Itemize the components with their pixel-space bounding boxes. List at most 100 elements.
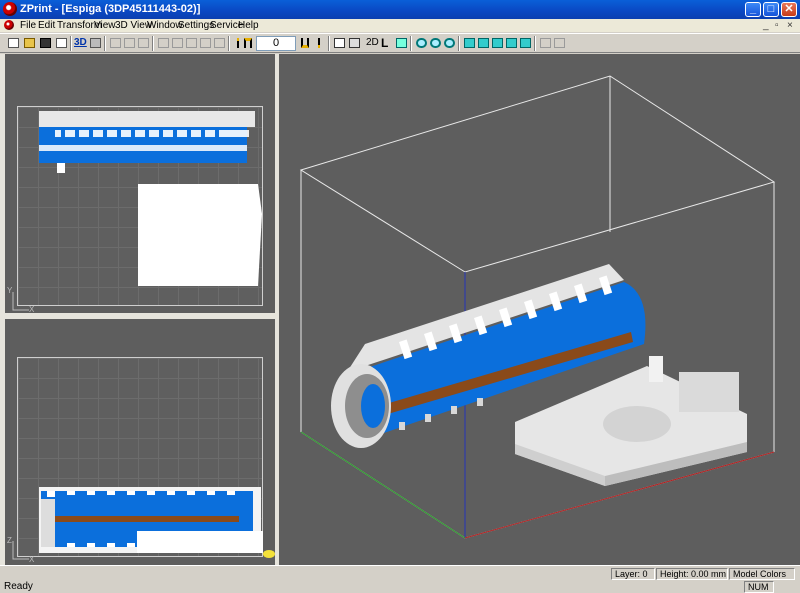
copy-button[interactable] bbox=[122, 36, 137, 50]
mdi-close-button[interactable]: × bbox=[787, 20, 793, 31]
double-arrow-up-icon bbox=[244, 38, 252, 48]
front-axis-triad-icon bbox=[12, 541, 29, 560]
cube-back-icon bbox=[478, 38, 489, 48]
scale-icon bbox=[186, 38, 197, 48]
measure-icon bbox=[540, 38, 551, 48]
zoom-out-button[interactable] bbox=[428, 36, 443, 50]
arrow-up-icon bbox=[237, 38, 239, 48]
menu-view[interactable]: View bbox=[94, 20, 116, 31]
scale-button[interactable] bbox=[184, 36, 199, 50]
paste-button[interactable] bbox=[136, 36, 151, 50]
maximize-button[interactable]: □ bbox=[763, 2, 779, 17]
new-file-button[interactable] bbox=[6, 36, 21, 50]
part-base-front bbox=[137, 531, 263, 553]
view-2d-toggle[interactable]: 2D bbox=[366, 37, 379, 48]
menu-file[interactable]: File bbox=[20, 20, 36, 31]
top-view-pane[interactable]: Y X bbox=[5, 54, 275, 316]
status-num-lock: NUM bbox=[744, 581, 774, 593]
mirror-icon bbox=[200, 38, 211, 48]
layer-down-button[interactable] bbox=[312, 36, 327, 50]
status-height: Height: 0.00 mm bbox=[656, 568, 728, 580]
rotate-icon bbox=[172, 38, 183, 48]
part-brown-stripe bbox=[55, 516, 239, 522]
toolbar-separator bbox=[228, 36, 230, 51]
zoom-in-icon bbox=[416, 38, 427, 48]
part-tab bbox=[57, 163, 65, 173]
mdi-minimize-button[interactable]: _ bbox=[763, 20, 769, 31]
floppy-disk-icon bbox=[40, 38, 51, 48]
layout-view-button[interactable] bbox=[347, 36, 362, 50]
zoom-fit-icon bbox=[444, 38, 455, 48]
double-arrow-down-icon bbox=[301, 38, 309, 48]
toolbar-separator bbox=[104, 36, 106, 51]
cube-right-icon bbox=[506, 38, 517, 48]
properties-button[interactable] bbox=[54, 36, 69, 50]
zprint-app-icon[interactable] bbox=[3, 2, 17, 16]
y-axis-line bbox=[300, 431, 466, 539]
menu-settings[interactable]: Settings bbox=[178, 20, 214, 31]
open-folder-icon bbox=[24, 38, 35, 48]
part-base-top bbox=[138, 184, 262, 286]
toolbar-separator bbox=[458, 36, 460, 51]
rotate-button[interactable] bbox=[170, 36, 185, 50]
toolbar-separator bbox=[534, 36, 536, 51]
view-left-button[interactable] bbox=[490, 36, 505, 50]
3d-view-drawing bbox=[299, 75, 776, 539]
align-button[interactable] bbox=[212, 36, 227, 50]
slice-view-button[interactable] bbox=[332, 36, 347, 50]
view-back-button[interactable] bbox=[476, 36, 491, 50]
layer-marker bbox=[263, 550, 275, 558]
part-rim-top bbox=[39, 111, 255, 127]
zoom-fit-button[interactable] bbox=[442, 36, 457, 50]
document-icon[interactable] bbox=[4, 20, 14, 30]
compass-icon bbox=[554, 38, 565, 48]
toolbar-separator bbox=[70, 36, 72, 51]
status-ready-text: Ready bbox=[4, 581, 33, 592]
compass-button[interactable] bbox=[552, 36, 567, 50]
move-button[interactable] bbox=[156, 36, 171, 50]
status-color-mode: Model Colors bbox=[729, 568, 795, 580]
move-arrows-icon bbox=[158, 38, 169, 48]
layer-number-input[interactable]: 0 bbox=[256, 36, 296, 51]
layout-grid-icon bbox=[349, 38, 360, 48]
view-iso-button[interactable] bbox=[518, 36, 533, 50]
minimize-button[interactable]: _ bbox=[745, 2, 761, 17]
new-file-icon bbox=[8, 38, 19, 48]
zoom-in-button[interactable] bbox=[414, 36, 429, 50]
part-lower-strip bbox=[39, 145, 247, 151]
menu-edit[interactable]: Edit bbox=[38, 20, 55, 31]
cut-button[interactable] bbox=[108, 36, 123, 50]
top-view-drawing bbox=[39, 111, 262, 286]
front-view-drawing bbox=[39, 487, 275, 558]
box-icon bbox=[396, 38, 407, 48]
document-properties-icon bbox=[56, 38, 67, 48]
view-l-toggle[interactable]: L bbox=[381, 36, 388, 50]
view-right-button[interactable] bbox=[504, 36, 519, 50]
status-layer: Layer: 0 bbox=[611, 568, 655, 580]
title-bar: ZPrint - [Espiga (3DP45111443-02)] _ □ ✕ bbox=[0, 0, 800, 19]
toolbar-separator bbox=[152, 36, 154, 51]
align-icon bbox=[214, 38, 225, 48]
print-setup-button[interactable] bbox=[88, 36, 103, 50]
paste-icon bbox=[138, 38, 149, 48]
save-button[interactable] bbox=[38, 36, 53, 50]
part-rib-strip bbox=[55, 130, 249, 137]
view-front-button[interactable] bbox=[462, 36, 477, 50]
layer-top-button[interactable] bbox=[241, 36, 256, 50]
box-view-button[interactable] bbox=[394, 36, 409, 50]
part-end-cap bbox=[41, 499, 55, 547]
front-view-pane[interactable]: Z X bbox=[5, 319, 275, 565]
zoom-out-icon bbox=[430, 38, 441, 48]
open-file-button[interactable] bbox=[22, 36, 37, 50]
view-3d-toggle[interactable]: 3D bbox=[74, 37, 87, 48]
toolbar-separator bbox=[328, 36, 330, 51]
3d-view-pane[interactable] bbox=[279, 54, 800, 565]
mdi-restore-button[interactable]: ▫ bbox=[775, 20, 779, 31]
layer-bottom-button[interactable] bbox=[298, 36, 313, 50]
cube-left-icon bbox=[492, 38, 503, 48]
mirror-button[interactable] bbox=[198, 36, 213, 50]
measure-button[interactable] bbox=[538, 36, 553, 50]
menu-help[interactable]: Help bbox=[238, 20, 259, 31]
viewport-area: Y X Z X bbox=[0, 54, 800, 565]
close-button[interactable]: ✕ bbox=[781, 2, 797, 17]
